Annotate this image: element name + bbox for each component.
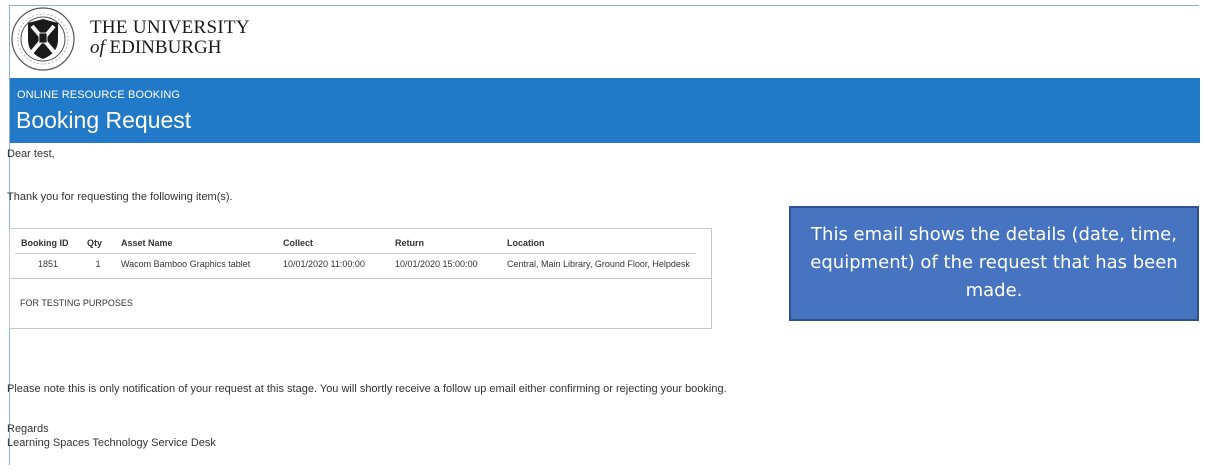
header-banner: ONLINE RESOURCE BOOKING Booking Request [10, 78, 1200, 143]
signature-text: Learning Spaces Technology Service Desk [7, 437, 216, 449]
cell-collect: 10/01/2020 11:00:00 [283, 259, 365, 269]
divider [10, 278, 711, 279]
cell-location: Central, Main Library, Ground Floor, Hel… [507, 259, 690, 269]
table-header-row: Booking ID Qty Asset Name Collect Return… [15, 233, 696, 254]
column-header-qty: Qty [81, 233, 115, 254]
university-name-line2: of EDINBURGH [90, 38, 250, 58]
university-crest-icon [11, 7, 75, 71]
cell-return: 10/01/2020 15:00:00 [395, 259, 478, 269]
university-name-of: of [90, 37, 105, 58]
logo-bar: THE UNIVERSITY of EDINBURGH [10, 6, 1200, 78]
booking-details-box: Booking ID Qty Asset Name Collect Return… [9, 228, 712, 329]
annotation-callout: This email shows the details (date, time… [789, 206, 1199, 321]
notice-text: Please note this is only notification of… [7, 383, 727, 395]
regards-text: Regards [7, 423, 49, 435]
column-header-booking-id: Booking ID [15, 233, 81, 254]
table-row: 1851 1 Wacom Bamboo Graphics tablet 10/0… [15, 254, 696, 275]
university-name: THE UNIVERSITY of EDINBURGH [90, 18, 250, 58]
column-header-location: Location [501, 233, 696, 254]
page-title: Booking Request [16, 107, 192, 133]
banner-subtitle: ONLINE RESOURCE BOOKING [17, 89, 181, 101]
column-header-asset-name: Asset Name [115, 233, 277, 254]
column-header-return: Return [389, 233, 501, 254]
booking-table: Booking ID Qty Asset Name Collect Return… [15, 233, 696, 274]
cell-asset-name: Wacom Bamboo Graphics tablet [121, 259, 251, 269]
greeting-text: Dear test, [7, 148, 55, 160]
booking-note: FOR TESTING PURPOSES [20, 298, 133, 308]
sign-off: Regards Learning Spaces Technology Servi… [7, 422, 216, 450]
cell-qty: 1 [95, 259, 101, 269]
university-name-line1: THE UNIVERSITY [90, 17, 250, 38]
university-name-edinburgh: EDINBURGH [109, 37, 222, 58]
intro-text: Thank you for requesting the following i… [7, 191, 233, 203]
column-header-collect: Collect [277, 233, 389, 254]
cell-booking-id: 1851 [37, 259, 59, 269]
